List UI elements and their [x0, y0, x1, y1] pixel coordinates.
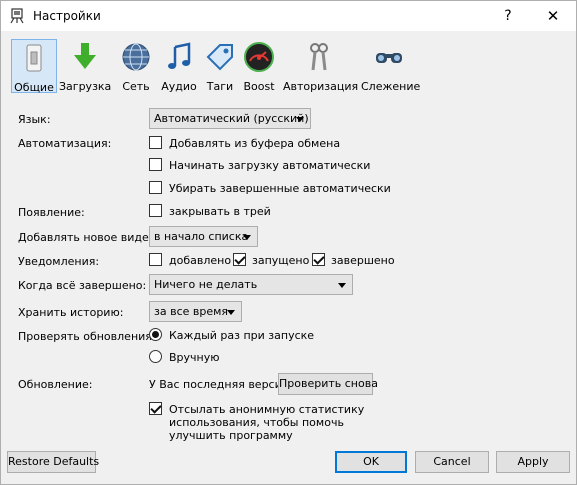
tab-tags[interactable]: Таги [203, 39, 237, 93]
restore-defaults-button[interactable]: Restore Defaults [7, 451, 99, 473]
tab-audio-label: Аудио [161, 80, 197, 93]
tab-general-label: Общие [14, 81, 54, 94]
check-each-start-radio[interactable] [149, 328, 162, 341]
add-video-select[interactable]: в начало списка [149, 226, 258, 247]
notif-finished-checkbox[interactable] [312, 253, 325, 266]
when-done-select[interactable]: Ничего не делать [149, 274, 353, 295]
add-video-select-value: в начало списка [154, 230, 249, 243]
audio-icon [168, 42, 191, 69]
send-stats-checkbox[interactable] [149, 402, 162, 415]
send-stats-line3: улучшить программу [169, 429, 293, 442]
chevron-down-icon [227, 310, 235, 315]
tab-tags-label: Таги [206, 80, 234, 93]
automation-label: Автоматизация: [18, 137, 112, 150]
language-select-value: Автоматический (русский) [154, 112, 309, 125]
language-select[interactable]: Автоматический (русский) [149, 108, 311, 129]
tab-monitoring[interactable]: Слежение [361, 39, 421, 93]
settings-window: Настройки ? ✕ Общие Загрузка Сеть Аудио … [0, 0, 577, 485]
auto-remove-label: Убирать завершенные автоматически [169, 182, 391, 195]
tab-boost[interactable]: Boost [241, 39, 277, 93]
language-label: Язык: [18, 113, 51, 126]
tab-boost-label: Boost [243, 80, 275, 93]
notif-added-label: добавлено [169, 254, 232, 267]
check-updates-label: Проверять обновления: [18, 330, 156, 343]
network-icon [122, 43, 150, 71]
auto-clipboard-label: Добавлять из буфера обмена [169, 137, 341, 150]
tag-icon [206, 44, 233, 71]
chevron-down-icon [296, 117, 304, 122]
update-status: У Вас последняя версия [149, 378, 289, 391]
tab-download[interactable]: Загрузка [59, 39, 111, 93]
cancel-button[interactable]: Cancel [415, 451, 489, 473]
help-button[interactable]: ? [485, 1, 531, 31]
tab-authorization-label: Авторизация [283, 80, 359, 93]
check-each-start-label: Каждый раз при запуске [169, 329, 315, 342]
history-select[interactable]: за все время [149, 301, 242, 322]
tab-network-label: Сеть [122, 80, 150, 93]
history-select-value: за все время [154, 305, 229, 318]
boost-icon [244, 42, 274, 72]
close-button[interactable]: ✕ [530, 1, 576, 31]
notif-started-checkbox[interactable] [233, 253, 246, 266]
keys-icon [310, 43, 328, 71]
when-done-label: Когда всё завершено: [18, 279, 147, 292]
general-icon [26, 44, 42, 72]
window-title: Настройки [33, 9, 101, 23]
binoculars-icon [376, 53, 402, 63]
check-manual-radio[interactable] [149, 350, 162, 363]
notif-finished-label: завершено [331, 254, 395, 267]
settings-toolbar: Общие Загрузка Сеть Аудио Таги Boost Авт… [1, 32, 576, 98]
apply-button[interactable]: Apply [496, 451, 570, 473]
appearance-label: Появление: [18, 206, 85, 219]
auto-start-label: Начинать загрузку автоматически [169, 159, 371, 172]
auto-start-checkbox[interactable] [149, 158, 162, 171]
auto-remove-checkbox[interactable] [149, 181, 162, 194]
tab-download-label: Загрузка [59, 80, 112, 93]
when-done-select-value: Ничего не делать [154, 278, 258, 291]
add-video-label: Добавлять новое видео: [18, 231, 160, 244]
check-again-button[interactable]: Проверить снова [278, 373, 378, 395]
notif-added-checkbox[interactable] [149, 253, 162, 266]
tab-network[interactable]: Сеть [117, 39, 155, 93]
send-stats-line2: использования, чтобы помочь [169, 416, 344, 429]
title-bar: Настройки ? ✕ [1, 1, 576, 31]
send-stats-line1: Отсылать анонимную статистику [169, 403, 365, 416]
close-to-tray-label: закрывать в трей [169, 205, 271, 218]
tab-authorization[interactable]: Авторизация [283, 39, 359, 93]
tab-monitoring-label: Слежение [361, 80, 421, 93]
notif-started-label: запущено [252, 254, 310, 267]
update-label: Обновление: [18, 378, 93, 391]
ok-button[interactable]: OK [335, 451, 407, 473]
tab-general[interactable]: Общие [11, 39, 57, 94]
tab-audio[interactable]: Аудио [159, 39, 199, 93]
check-manual-label: Вручную [169, 351, 220, 364]
notifications-label: Уведомления: [18, 255, 100, 268]
auto-clipboard-checkbox[interactable] [149, 136, 162, 149]
chevron-down-icon [338, 283, 346, 288]
download-icon [74, 43, 96, 69]
close-to-tray-checkbox[interactable] [149, 204, 162, 217]
chevron-down-icon [243, 235, 251, 240]
app-icon [10, 8, 24, 24]
history-label: Хранить историю: [18, 306, 124, 319]
